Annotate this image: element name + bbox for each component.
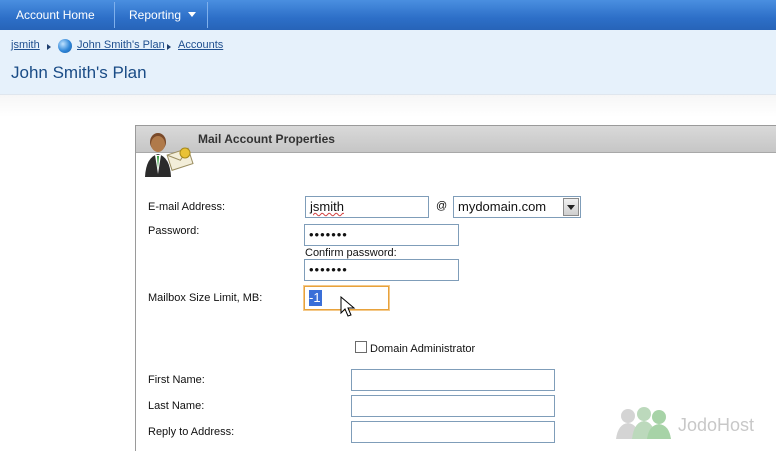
email-user-value: jsmith [310,199,344,214]
reply-address-label: Reply to Address: [148,426,235,438]
nav-separator [207,2,208,28]
reply-address-input[interactable] [351,421,555,443]
nav-account-home-label: Account Home [16,8,95,22]
first-name-label: First Name: [148,374,205,386]
confirm-password-label: Confirm password: [305,247,397,259]
email-label: E-mail Address: [148,201,226,213]
dropdown-arrow-icon[interactable] [563,198,579,216]
nav-reporting[interactable]: Reporting [129,0,197,30]
password-input[interactable]: ••••••• [304,224,459,246]
domain-select-value: mydomain.com [458,199,547,214]
breadcrumb-accounts[interactable]: Accounts [178,39,223,51]
people-logo-icon [616,407,671,439]
mailbox-size-label: Mailbox Size Limit, MB: [148,292,263,304]
mail-user-icon [145,133,194,177]
domain-admin-checkbox[interactable] [355,341,367,353]
nav-separator [114,2,115,28]
page-title: John Smith's Plan [11,63,147,82]
at-sign: @ [436,200,448,212]
panel-header: Mail Account Properties [136,126,776,153]
breadcrumb-jsmith[interactable]: jsmith [11,39,40,51]
breadcrumb-plan[interactable]: John Smith's Plan [77,39,165,51]
password-mask: ••••••• [309,227,348,242]
first-name-input[interactable] [351,369,555,391]
panel-title: Mail Account Properties [198,132,335,146]
confirm-password-input[interactable]: ••••••• [304,259,459,281]
mailbox-size-value: -1 [309,290,322,306]
nav-reporting-label: Reporting [129,8,182,22]
watermark-text: JodoHost [678,415,755,435]
globe-icon [58,39,72,53]
email-user-input[interactable]: jsmith [305,196,429,218]
last-name-input[interactable] [351,395,555,417]
password-label: Password: [148,225,200,237]
top-navigation-bar: Account Home Reporting [0,0,776,30]
breadcrumb-arrow-icon [167,44,171,50]
domain-select[interactable]: mydomain.com [453,196,581,218]
domain-admin-label: Domain Administrator [370,343,476,355]
header-shadow [0,94,776,117]
nav-account-home[interactable]: Account Home [16,0,95,30]
chevron-down-icon [188,12,197,17]
confirm-password-mask: ••••••• [309,262,348,277]
last-name-label: Last Name: [148,400,205,412]
jodohost-watermark: JodoHost [614,405,774,445]
breadcrumb-arrow-icon [47,44,51,50]
mouse-cursor-icon [340,296,356,317]
